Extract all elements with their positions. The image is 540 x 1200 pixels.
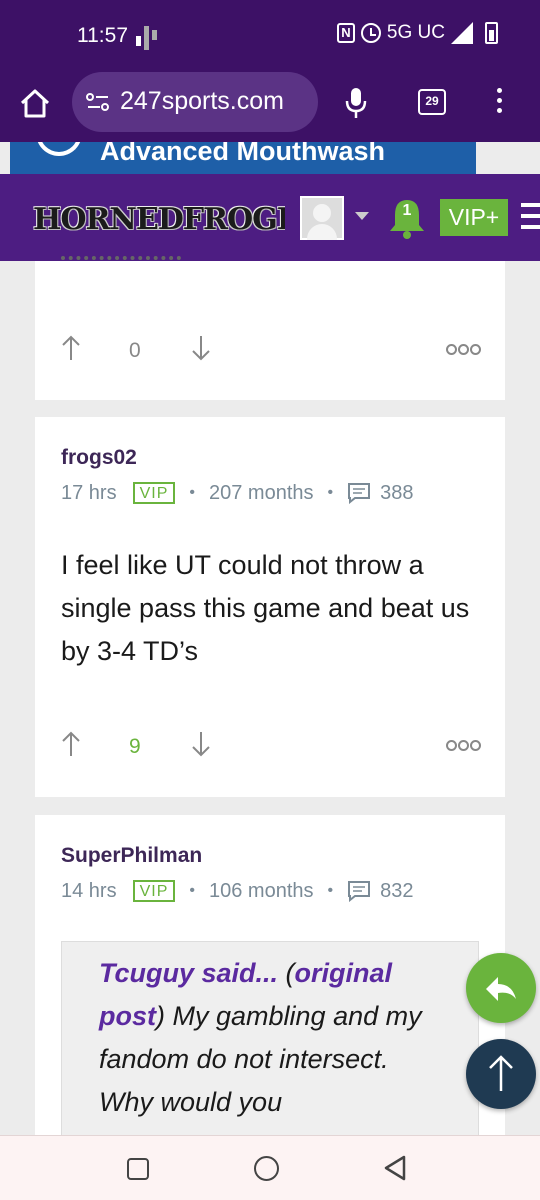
url-text: 247sports.com: [120, 87, 284, 115]
quote-text: Tcuguy said... (original post) My gambli…: [99, 952, 449, 1124]
notification-count: 1: [402, 202, 412, 219]
home-icon[interactable]: [18, 87, 52, 121]
alarm-icon: [360, 23, 381, 43]
member-tenure: 207 months: [209, 481, 314, 504]
system-navigation-bar: [0, 1135, 540, 1200]
quote-open-paren: (: [278, 958, 295, 988]
separator: •: [189, 484, 195, 501]
vip-plus-button[interactable]: VIP+: [440, 199, 508, 236]
hamburger-menu-icon[interactable]: [521, 203, 540, 236]
vip-badge: VIP: [132, 880, 176, 902]
network-label: 5G UC: [386, 22, 445, 43]
signal-icon: [451, 22, 473, 44]
post-count: 832: [380, 879, 414, 902]
battery-icon: [485, 22, 498, 44]
status-indicators: N 5G UC: [336, 22, 498, 44]
user-avatar[interactable]: [300, 196, 344, 240]
address-bar[interactable]: 247sports.com: [72, 72, 318, 132]
post-count: 388: [380, 481, 414, 504]
back-icon[interactable]: [383, 1155, 407, 1181]
ad-text: Advanced Mouthwash: [100, 142, 386, 166]
data-activity-icon: [136, 26, 157, 50]
status-time: 11:57: [77, 24, 128, 47]
ad-logo-icon: [36, 142, 82, 156]
quote-author-link[interactable]: Tcuguy said...: [99, 958, 278, 988]
recents-icon[interactable]: [127, 1158, 149, 1180]
chevron-down-icon[interactable]: [355, 212, 369, 220]
browser-toolbar: 247sports.com 29: [0, 70, 540, 142]
site-logo[interactable]: HORNEDFROGBLITZ: [33, 202, 285, 237]
tab-switcher-button[interactable]: 29: [418, 89, 446, 115]
scroll-to-top-button[interactable]: [466, 1039, 536, 1109]
truncated-text: [61, 256, 181, 262]
separator: •: [327, 882, 334, 899]
vote-count: 9: [129, 735, 141, 758]
arrow-up-icon: [489, 1055, 513, 1091]
post-meta: 14 hrs VIP • 106 months • 832: [61, 877, 414, 905]
ad-banner[interactable]: Advanced Mouthwash: [10, 142, 476, 174]
vote-count: 0: [129, 339, 141, 362]
post-meta: 17 hrs VIP • 207 months • 388: [61, 479, 414, 507]
comment-icon: [348, 881, 371, 902]
more-options-icon[interactable]: [446, 740, 481, 751]
vip-badge: VIP: [132, 482, 176, 504]
home-nav-icon[interactable]: [254, 1156, 279, 1181]
mic-icon[interactable]: [344, 86, 368, 120]
upvote-icon[interactable]: [61, 730, 81, 758]
post-time: 14 hrs: [61, 879, 117, 902]
post-author[interactable]: SuperPhilman: [61, 844, 202, 868]
post-time: 17 hrs: [61, 481, 117, 504]
nfc-icon: N: [336, 23, 355, 43]
quote-close-paren: ): [156, 1001, 165, 1031]
separator: •: [189, 882, 195, 899]
site-settings-icon[interactable]: [86, 92, 110, 112]
post-card: frogs02 17 hrs VIP • 207 months • 388 I …: [35, 417, 505, 797]
downvote-icon[interactable]: [191, 334, 211, 362]
reply-button[interactable]: [466, 953, 536, 1023]
upvote-icon[interactable]: [61, 334, 81, 362]
post-author[interactable]: frogs02: [61, 446, 137, 470]
reply-icon: [486, 977, 516, 1001]
post-card: SuperPhilman 14 hrs VIP • 106 months • 8…: [35, 815, 505, 1155]
vote-row: 9: [61, 730, 481, 764]
comment-icon: [348, 483, 371, 504]
status-bar: 11:57 N 5G UC: [0, 0, 540, 70]
post-body: I feel like UT could not throw a single …: [61, 550, 470, 666]
vote-row: 0: [61, 334, 481, 368]
more-options-icon[interactable]: [446, 344, 481, 355]
quote-block: Tcuguy said... (original post) My gambli…: [61, 941, 479, 1155]
browser-menu-icon[interactable]: [497, 88, 502, 118]
downvote-icon[interactable]: [191, 730, 211, 758]
member-tenure: 106 months: [209, 879, 314, 902]
separator: •: [327, 484, 334, 501]
post-card: 0: [35, 256, 505, 400]
